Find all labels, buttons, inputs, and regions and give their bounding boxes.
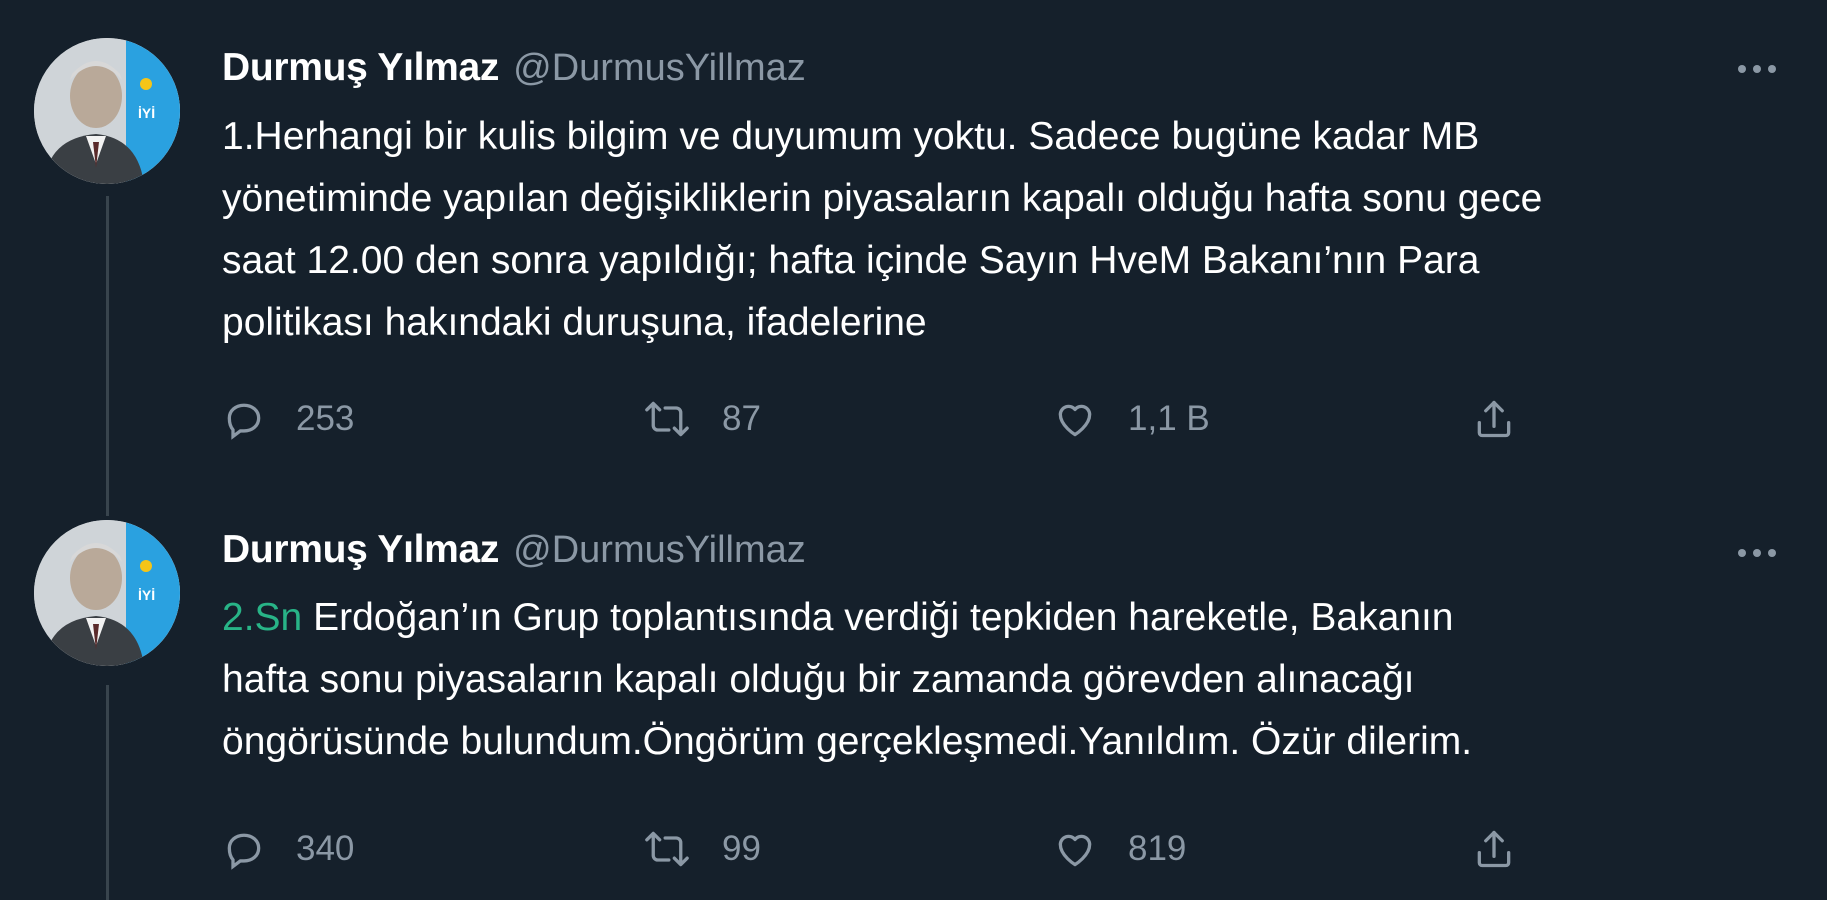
tweet-text: 1.Herhangi bir kulis bilgim ve duyumum y… <box>222 106 1792 354</box>
reply-count: 340 <box>296 829 355 868</box>
display-name[interactable]: Durmuş Yılmaz <box>222 528 499 572</box>
thread-line <box>106 685 109 900</box>
handle[interactable]: @DurmusYillmaz <box>513 529 806 572</box>
reply-icon <box>222 827 266 871</box>
like-count: 819 <box>1128 829 1187 868</box>
heart-icon <box>1052 397 1098 441</box>
retweet-icon <box>642 827 692 871</box>
more-icon[interactable] <box>1727 49 1787 89</box>
like-button[interactable]: 1,1 B <box>1052 389 1210 449</box>
avatar[interactable]: İYİ <box>34 520 180 666</box>
handle[interactable]: @DurmusYillmaz <box>513 47 806 90</box>
tweet-text-prefix[interactable]: 2.Sn <box>222 596 302 639</box>
share-icon <box>1472 396 1516 442</box>
reply-icon <box>222 397 266 441</box>
tweet-text-body: 1.Herhangi bir kulis bilgim ve duyumum y… <box>222 115 1543 344</box>
share-icon <box>1472 826 1516 872</box>
heart-icon <box>1052 827 1098 871</box>
share-button[interactable] <box>1472 819 1516 879</box>
retweet-button[interactable]: 87 <box>642 389 761 449</box>
retweet-count: 99 <box>722 829 761 868</box>
share-button[interactable] <box>1472 389 1516 449</box>
more-icon[interactable] <box>1727 533 1787 573</box>
like-button[interactable]: 819 <box>1052 819 1186 879</box>
tweet-actions: 253 87 1,1 B <box>222 389 1542 449</box>
tweet-header: Durmuş Yılmaz @DurmusYillmaz <box>222 525 806 575</box>
retweet-count: 87 <box>722 399 761 438</box>
svg-text:İYİ: İYİ <box>138 105 155 121</box>
avatar[interactable]: İYİ <box>34 38 180 184</box>
display-name[interactable]: Durmuş Yılmaz <box>222 46 499 90</box>
like-count: 1,1 B <box>1128 399 1210 438</box>
reply-button[interactable]: 253 <box>222 389 354 449</box>
retweet-icon <box>642 397 692 441</box>
reply-count: 253 <box>296 399 355 438</box>
tweet-header: Durmuş Yılmaz @DurmusYillmaz <box>222 43 806 93</box>
tweet-text-body: Erdoğan’ın Grup toplantısında verdiği te… <box>222 596 1473 763</box>
tweet-text: 2.Sn Erdoğan’ın Grup toplantısında verdi… <box>222 587 1792 773</box>
thread-line <box>106 196 109 516</box>
tweet[interactable]: İYİ Durmuş Yılmaz @DurmusYillmaz 2.Sn Er… <box>0 495 1827 900</box>
tweet-actions: 340 99 819 <box>222 819 1542 879</box>
tweet[interactable]: İYİ Durmuş Yılmaz @DurmusYillmaz 1.Herha… <box>0 0 1827 516</box>
retweet-button[interactable]: 99 <box>642 819 761 879</box>
reply-button[interactable]: 340 <box>222 819 354 879</box>
svg-text:İYİ: İYİ <box>138 587 155 603</box>
